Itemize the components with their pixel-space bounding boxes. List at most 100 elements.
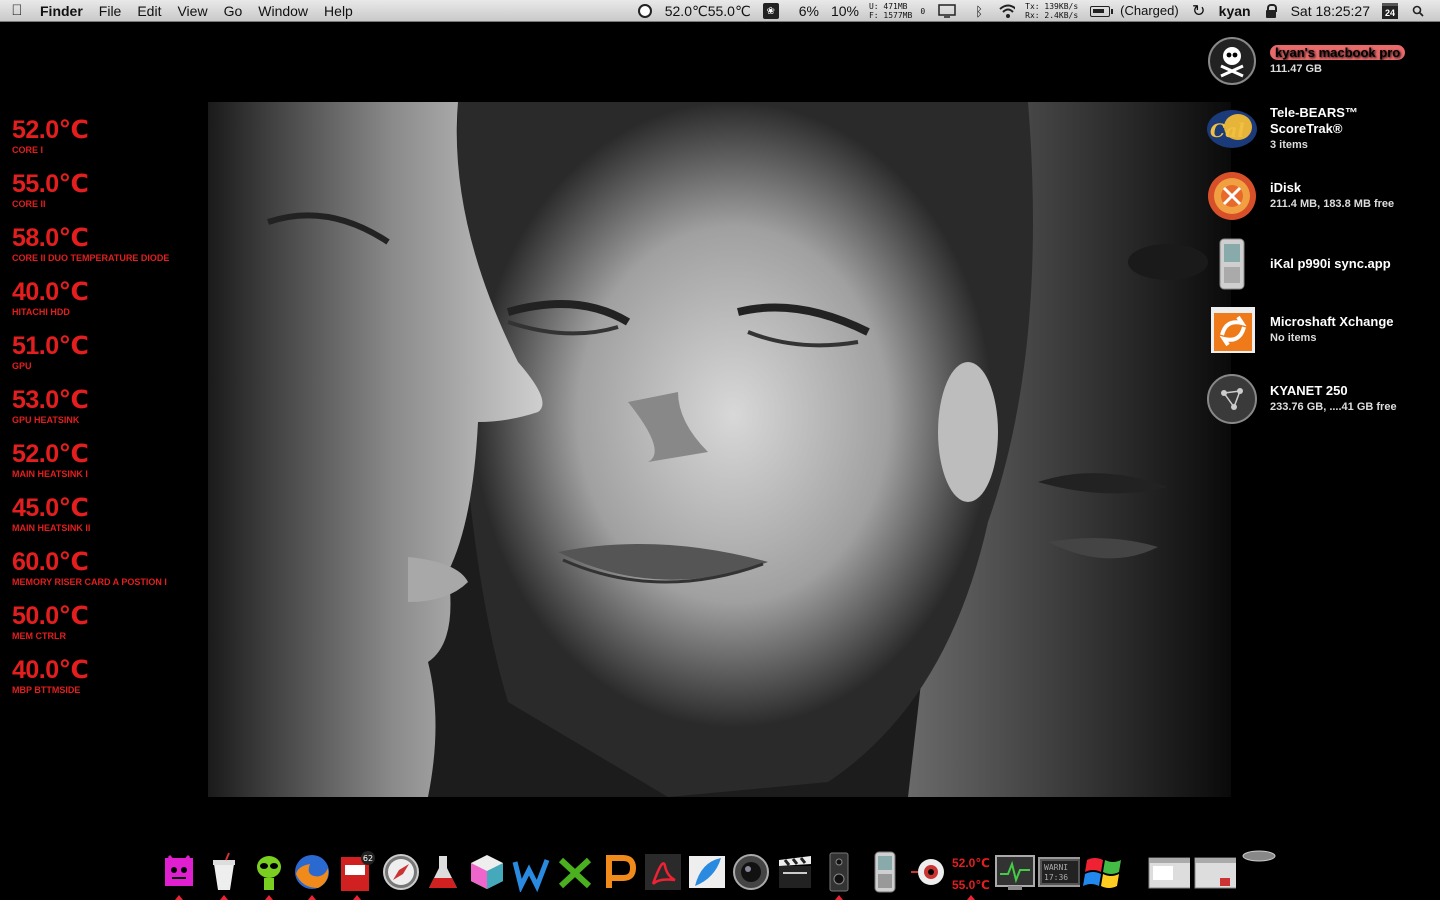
temp-value: 52.0℃ (12, 440, 89, 468)
icon-label-line2: ScoreTrak® (1270, 121, 1343, 136)
desktop-icon-xchange[interactable]: Microshaft Xchange No items (1205, 303, 1440, 357)
display-icon[interactable] (937, 3, 957, 19)
status-circle-icon[interactable] (637, 3, 653, 19)
temp-value: 58.0℃ (12, 224, 89, 252)
menu-bar:  Finder File Edit View Go Window Help 5… (0, 0, 1440, 22)
dock-app-clapper[interactable] (774, 850, 816, 894)
temp-value: 53.0℃ (12, 386, 89, 414)
menubar-temp-1[interactable]: 52.0℃ (659, 0, 708, 22)
menu-help[interactable]: Help (316, 0, 361, 22)
desktop-icon-idisk[interactable]: iDisk 211.4 MB, 183.8 MB free (1205, 169, 1440, 223)
app-menu-finder[interactable]: Finder (34, 0, 91, 22)
spotlight-icon[interactable] (1410, 3, 1426, 19)
desktop-icon-macbook-pro[interactable]: kyan's macbook pro 111.47 GB (1205, 34, 1440, 88)
dock-app-excel[interactable] (554, 850, 596, 894)
menu-edit[interactable]: Edit (129, 0, 169, 22)
apple-menu-icon[interactable]:  (0, 2, 34, 19)
dock-app-feather[interactable] (686, 850, 728, 894)
menu-view[interactable]: View (169, 0, 215, 22)
cup-icon (213, 852, 235, 890)
network-readout[interactable]: Tx: 139KB/s Rx: 2.4KB/s (1021, 2, 1082, 20)
idisk-icon (1205, 169, 1259, 223)
temp-value: 40.0℃ (12, 278, 89, 306)
dock-app-mail[interactable]: 62 (336, 850, 378, 900)
dock-app-firefox[interactable] (291, 850, 333, 900)
desktop-icon-ikal-sync[interactable]: iKal p990i sync.app (1205, 237, 1440, 291)
dock-app-console[interactable]: WARNI 17:36 (1038, 850, 1080, 894)
menu-file[interactable]: File (91, 0, 130, 22)
dock-app-windows[interactable] (1083, 850, 1125, 894)
dock-app-camera[interactable] (730, 850, 772, 894)
sync-icon[interactable]: ↻ (1191, 3, 1207, 20)
lock-icon[interactable] (1263, 3, 1279, 19)
svg-text:Cal: Cal (1210, 120, 1245, 142)
eyeball-icon (911, 859, 944, 885)
temp-sensor: 52.0℃ CORE I (12, 115, 207, 169)
activity-monitor-icon (995, 855, 1035, 890)
running-indicator (353, 895, 361, 900)
dock-app-phone[interactable] (864, 850, 906, 894)
bluetooth-icon[interactable]: ᛒ (971, 3, 987, 19)
running-indicator (220, 895, 228, 900)
dock-app-cube[interactable] (466, 850, 508, 894)
temp-value: 45.0℃ (12, 494, 89, 522)
mail-badge: 62 (363, 854, 373, 863)
battery-status[interactable]: (Charged) (1114, 0, 1185, 22)
dock-app-eye[interactable] (908, 850, 950, 894)
calendar-icon[interactable]: 24 (1382, 3, 1398, 19)
dock-app-safari[interactable] (380, 850, 422, 894)
window-thumbnail-icon (1194, 857, 1236, 889)
feather-icon (689, 856, 725, 888)
user-menu[interactable]: kyan (1213, 0, 1257, 22)
icon-label: kyan's macbook pro (1270, 45, 1406, 60)
temp-value: 60.0℃ (12, 548, 89, 576)
menu-go[interactable]: Go (216, 0, 251, 22)
dock-temp-widget[interactable]: 52.0℃ 55.0℃ (952, 852, 990, 900)
cpu-usage-1[interactable]: 6% (785, 0, 825, 22)
dock-app-speaker[interactable] (818, 850, 860, 900)
cpu-usage-2[interactable]: 10% (825, 0, 865, 22)
windows-logo-icon (1083, 858, 1121, 888)
temperature-widget: 52.0℃ CORE I 55.0℃ CORE II 58.0℃ CORE II DU… (12, 115, 207, 709)
desktop-icon-kyanet[interactable]: KYANET 250 233.76 GB, ....41 GB free (1205, 372, 1440, 426)
temp-sensor: 60.0℃ MEMORY RISER CARD A POSTION I (12, 547, 207, 601)
dock-app-monster[interactable] (158, 850, 200, 900)
firefox-icon (295, 855, 329, 889)
desktop-icon-telebears[interactable]: Cal Tele-BEARS™ ScoreTrak® 3 items (1205, 102, 1440, 156)
dock-app-word[interactable] (510, 850, 552, 894)
menu-window[interactable]: Window (250, 0, 316, 22)
phone-icon (874, 851, 896, 893)
temp-value: 52.0℃ (12, 116, 89, 144)
clock[interactable]: Sat 18:25:27 (1285, 0, 1376, 22)
temp-label: MAIN HEATSINK II (12, 523, 91, 533)
calendar-day: 24 (1382, 3, 1398, 19)
memory-readout[interactable]: U: 471MB F: 1577MB (865, 2, 916, 20)
dock-minimized-window-2[interactable] (1194, 850, 1236, 894)
temp-value: 51.0℃ (12, 332, 89, 360)
paw-icon[interactable]: ❀ (762, 3, 779, 19)
dock-app-activity-monitor[interactable] (994, 850, 1036, 894)
network-tx: Tx: 139KB/s (1025, 2, 1079, 11)
menubar-temp-2[interactable]: 55.0℃ (708, 0, 757, 22)
temp-label: GPU HEATSINK (12, 415, 80, 425)
alien-icon (257, 856, 281, 890)
dock-app-acrobat[interactable] (642, 850, 684, 894)
dock-minimized-window-1[interactable] (1148, 850, 1190, 894)
disk-count[interactable]: 0 (916, 7, 929, 16)
dock-trash[interactable] (1238, 844, 1280, 868)
dock-app-cup[interactable] (203, 850, 245, 900)
wifi-icon[interactable] (999, 3, 1016, 19)
icon-label: iKal p990i sync.app (1270, 256, 1391, 271)
console-line-2: 17:36 (1044, 873, 1068, 882)
cal-bears-icon: Cal (1205, 102, 1259, 156)
battery-icon[interactable] (1088, 3, 1114, 19)
temp-sensor: 51.0℃ GPU (12, 331, 207, 385)
dock-app-alien[interactable] (248, 850, 290, 900)
dock-app-flask[interactable] (422, 850, 464, 894)
temp-label: MBP BTTMSIDE (12, 685, 81, 695)
dock-app-powerpoint[interactable] (598, 850, 640, 894)
menu-left:  Finder File Edit View Go Window Help (0, 0, 361, 22)
powerpoint-icon (606, 855, 637, 888)
excel-icon (558, 857, 592, 889)
dock-temp-1: 52.0℃ (952, 856, 990, 870)
